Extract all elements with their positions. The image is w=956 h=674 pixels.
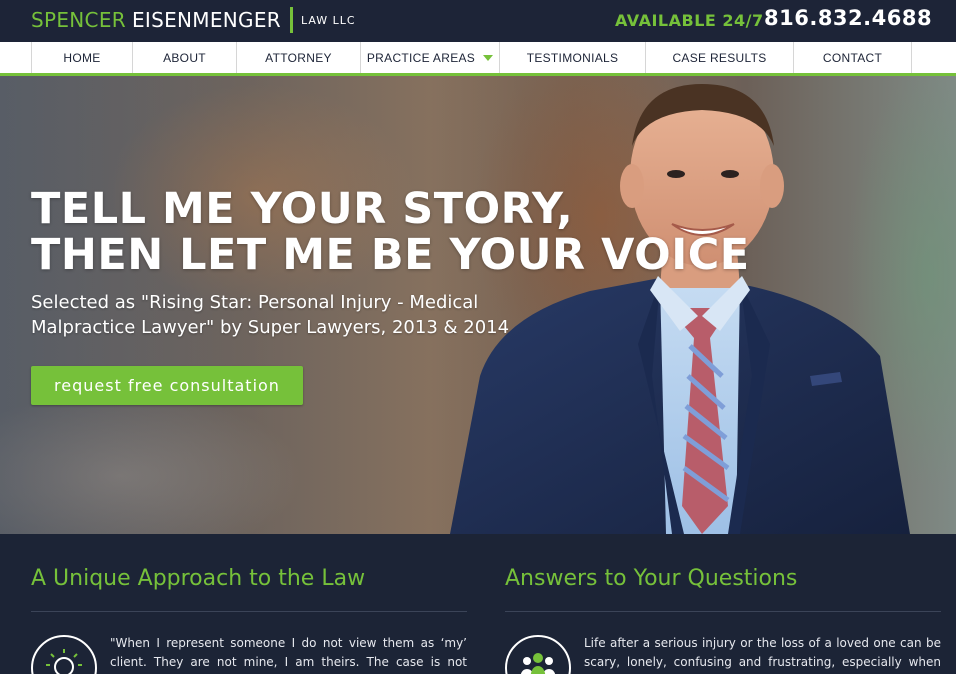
nav-item-label: CASE RESULTS <box>672 50 767 65</box>
nav-item-testimonials[interactable]: TESTIMONIALS <box>500 42 646 73</box>
nav-item-label: ATTORNEY <box>265 50 332 65</box>
hero-headline-line2: THEN LET ME BE YOUR VOICE <box>31 230 750 280</box>
main-nav: HOME ABOUT ATTORNEY PRACTICE AREAS TESTI… <box>0 42 956 76</box>
logo-last-name: EISENMENGER <box>131 8 281 32</box>
section-divider <box>505 611 941 612</box>
nav-item-home[interactable]: HOME <box>32 42 133 73</box>
hero-headline: TELL ME YOUR STORY, THEN LET ME BE YOUR … <box>31 186 750 278</box>
site-header: SPENCER EISENMENGER LAW LLC AVAILABLE 24… <box>0 0 956 42</box>
dropdown-caret-icon <box>483 54 494 61</box>
nav-item-attorney[interactable]: ATTORNEY <box>237 42 361 73</box>
availability-text: AVAILABLE 24/7 <box>615 11 764 30</box>
section-divider <box>31 611 467 612</box>
nav-item-label: TESTIMONIALS <box>526 50 619 65</box>
intro-section: A Unique Approach to the Law "When I rep… <box>0 534 956 674</box>
phone-number-link[interactable]: 816.832.4688 <box>764 6 932 30</box>
site-logo[interactable]: SPENCER EISENMENGER LAW LLC <box>31 7 356 33</box>
nav-item-label: HOME <box>63 50 101 65</box>
answers-heading: Answers to Your Questions <box>505 566 798 591</box>
nav-item-contact[interactable]: CONTACT <box>794 42 912 73</box>
request-consultation-button[interactable]: request free consultation <box>31 366 303 405</box>
approach-heading: A Unique Approach to the Law <box>31 566 366 591</box>
logo-first-name: SPENCER <box>31 8 126 32</box>
hero-banner: TELL ME YOUR STORY, THEN LET ME BE YOUR … <box>0 76 956 534</box>
logo-divider <box>289 7 293 33</box>
hero-subhead: Selected as "Rising Star: Personal Injur… <box>31 292 510 338</box>
nav-item-label: CONTACT <box>822 50 883 65</box>
nav-item-about[interactable]: ABOUT <box>133 42 237 73</box>
lightbulb-icon <box>31 635 97 674</box>
approach-text: "When I represent someone I do not view … <box>110 636 467 669</box>
nav-item-label: PRACTICE AREAS <box>366 50 476 65</box>
logo-suffix: LAW LLC <box>300 13 356 27</box>
people-group-icon <box>505 635 571 674</box>
nav-item-practice-areas[interactable]: PRACTICE AREAS <box>361 42 500 73</box>
attorney-photo <box>450 84 910 534</box>
hero-headline-line1: TELL ME YOUR STORY, <box>31 184 574 234</box>
nav-item-case-results[interactable]: CASE RESULTS <box>646 42 794 73</box>
nav-item-label: ABOUT <box>163 50 206 65</box>
answers-text: Life after a serious injury or the loss … <box>584 636 941 669</box>
